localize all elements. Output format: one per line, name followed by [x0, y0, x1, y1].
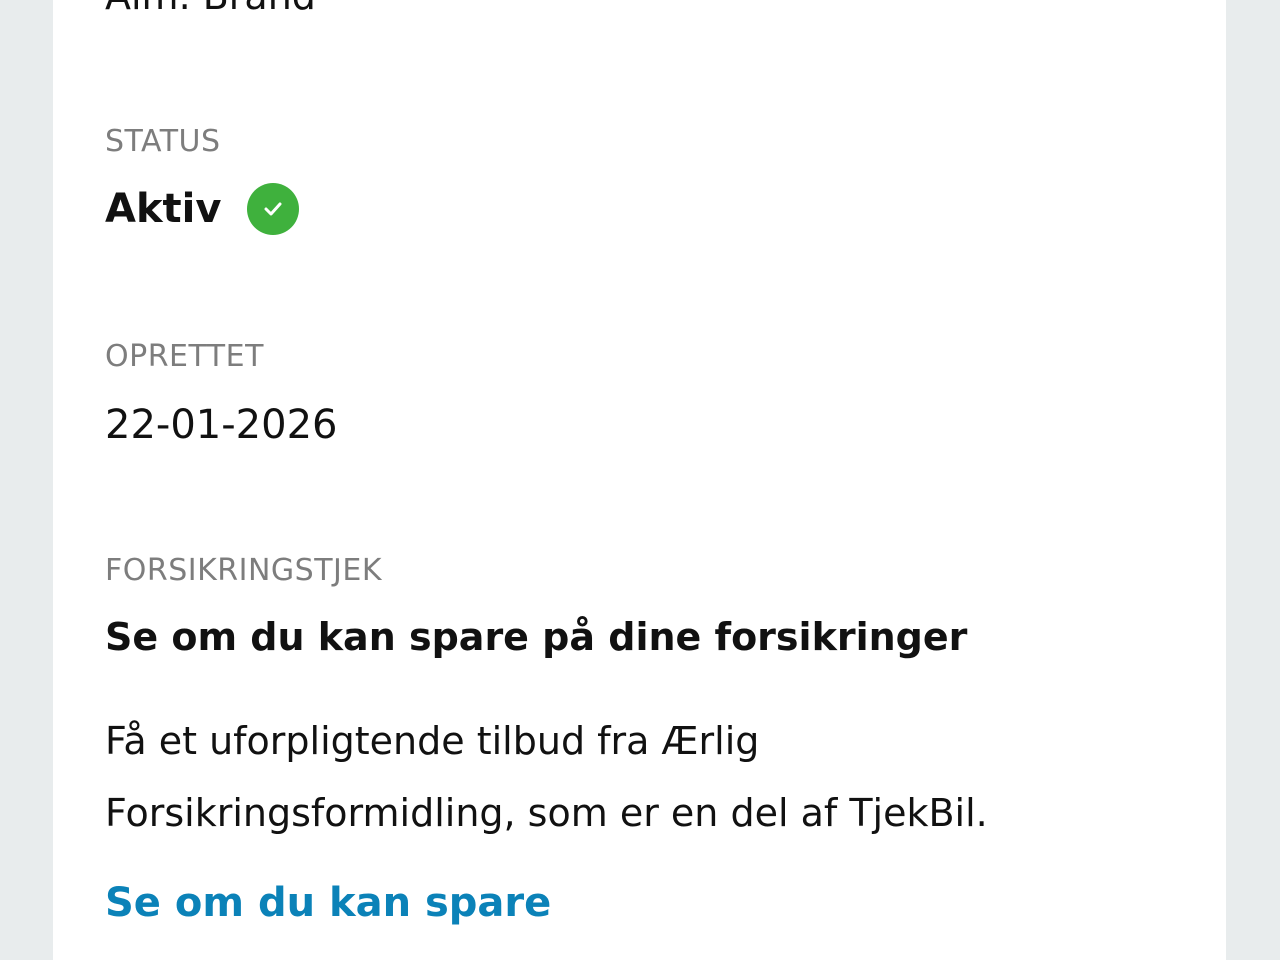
insurer-value: Alm. Brand [105, 0, 316, 18]
insurance-check-body: Få et uforpligtende tilbud fra Ærlig For… [105, 719, 988, 835]
insurance-check-heading: Se om du kan spare på dine forsikringer [105, 615, 968, 659]
status-row: Aktiv [105, 183, 300, 235]
created-label: OPRETTET [105, 339, 264, 374]
insurance-check-label: FORSIKRINGSTJEK [105, 553, 383, 588]
status-label: STATUS [105, 124, 221, 159]
created-value: 22-01-2026 [105, 402, 338, 448]
see-if-you-can-save-link[interactable]: Se om du kan spare [105, 880, 551, 926]
details-card: Alm. Brand STATUS Aktiv OPRETTET 22-01-2… [53, 0, 1226, 960]
check-circle-icon [247, 183, 300, 235]
status-value: Aktiv [105, 186, 222, 232]
